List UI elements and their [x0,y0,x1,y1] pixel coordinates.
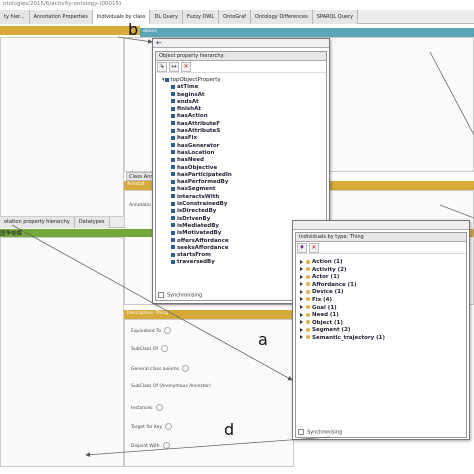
callout-b: b [128,20,139,39]
arrow-right-edge [439,204,474,219]
arrow-b-right [429,51,474,136]
arrow-a [11,224,293,381]
callout-arrows [11,36,474,458]
arrow-d [85,436,331,458]
callout-d: d [224,420,235,439]
callout-a: a [258,330,268,349]
